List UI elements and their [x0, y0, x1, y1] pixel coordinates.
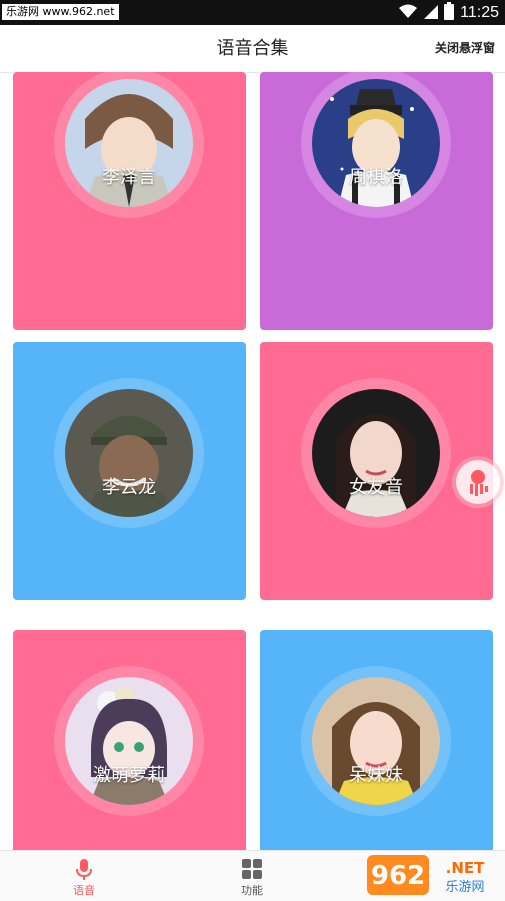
avatar-ring: 呆妹妹: [301, 666, 451, 816]
nav-item-functions[interactable]: 功能: [207, 851, 297, 901]
voice-card[interactable]: 李泽言: [13, 72, 246, 330]
wifi-icon: [398, 3, 418, 23]
watermark-label: 乐游网 www.962.net: [2, 4, 119, 20]
status-bar: 乐游网 www.962.net 11:25: [0, 0, 505, 25]
battery-icon: [444, 1, 455, 24]
voice-name: 周棋洛: [349, 167, 403, 188]
page-title: 语音合集: [216, 38, 289, 59]
voice-name: 激萌萝莉: [93, 765, 165, 786]
svg-text:.NET: .NET: [446, 859, 485, 877]
signal-icon: [424, 3, 439, 23]
nav-label-functions: 功能: [241, 884, 263, 897]
nav-item-voice[interactable]: 语音: [39, 851, 129, 901]
app-header: 语音合集 关闭悬浮窗: [0, 25, 505, 73]
floating-voice-button[interactable]: [456, 460, 500, 504]
svg-text:962: 962: [371, 861, 425, 891]
voice-card[interactable]: 周棋洛: [260, 72, 493, 330]
voice-card[interactable]: 李云龙: [13, 342, 246, 600]
avatar-ring: 女友音: [301, 378, 451, 528]
voice-name: 李泽言: [102, 167, 156, 188]
avatar-ring: 激萌萝莉: [54, 666, 204, 816]
nav-label-voice: 语音: [73, 884, 95, 897]
floating-mic-icon: [470, 470, 488, 496]
voice-name: 女友音: [349, 477, 403, 498]
avatar-ring: 李泽言: [54, 72, 204, 218]
mic-icon: [76, 859, 92, 880]
grid-icon: [242, 859, 262, 879]
voice-name: 李云龙: [102, 477, 156, 498]
voice-card[interactable]: 呆妹妹: [260, 630, 493, 850]
avatar-ring: 周棋洛: [301, 72, 451, 218]
voice-card[interactable]: 激萌萝莉: [13, 630, 246, 850]
voice-grid: 李泽言 周棋洛 李云龙 女友音 激萌萝莉 呆妹妹: [0, 72, 505, 850]
status-time: 11:25: [460, 3, 499, 21]
avatar-ring: 李云龙: [54, 378, 204, 528]
site-logo: 962 .NET 乐游网: [365, 853, 500, 897]
voice-name: 呆妹妹: [349, 765, 403, 786]
status-icons: 11:25: [398, 1, 499, 24]
close-float-window-button[interactable]: 关闭悬浮窗: [435, 25, 495, 72]
svg-text:乐游网: 乐游网: [445, 880, 484, 895]
